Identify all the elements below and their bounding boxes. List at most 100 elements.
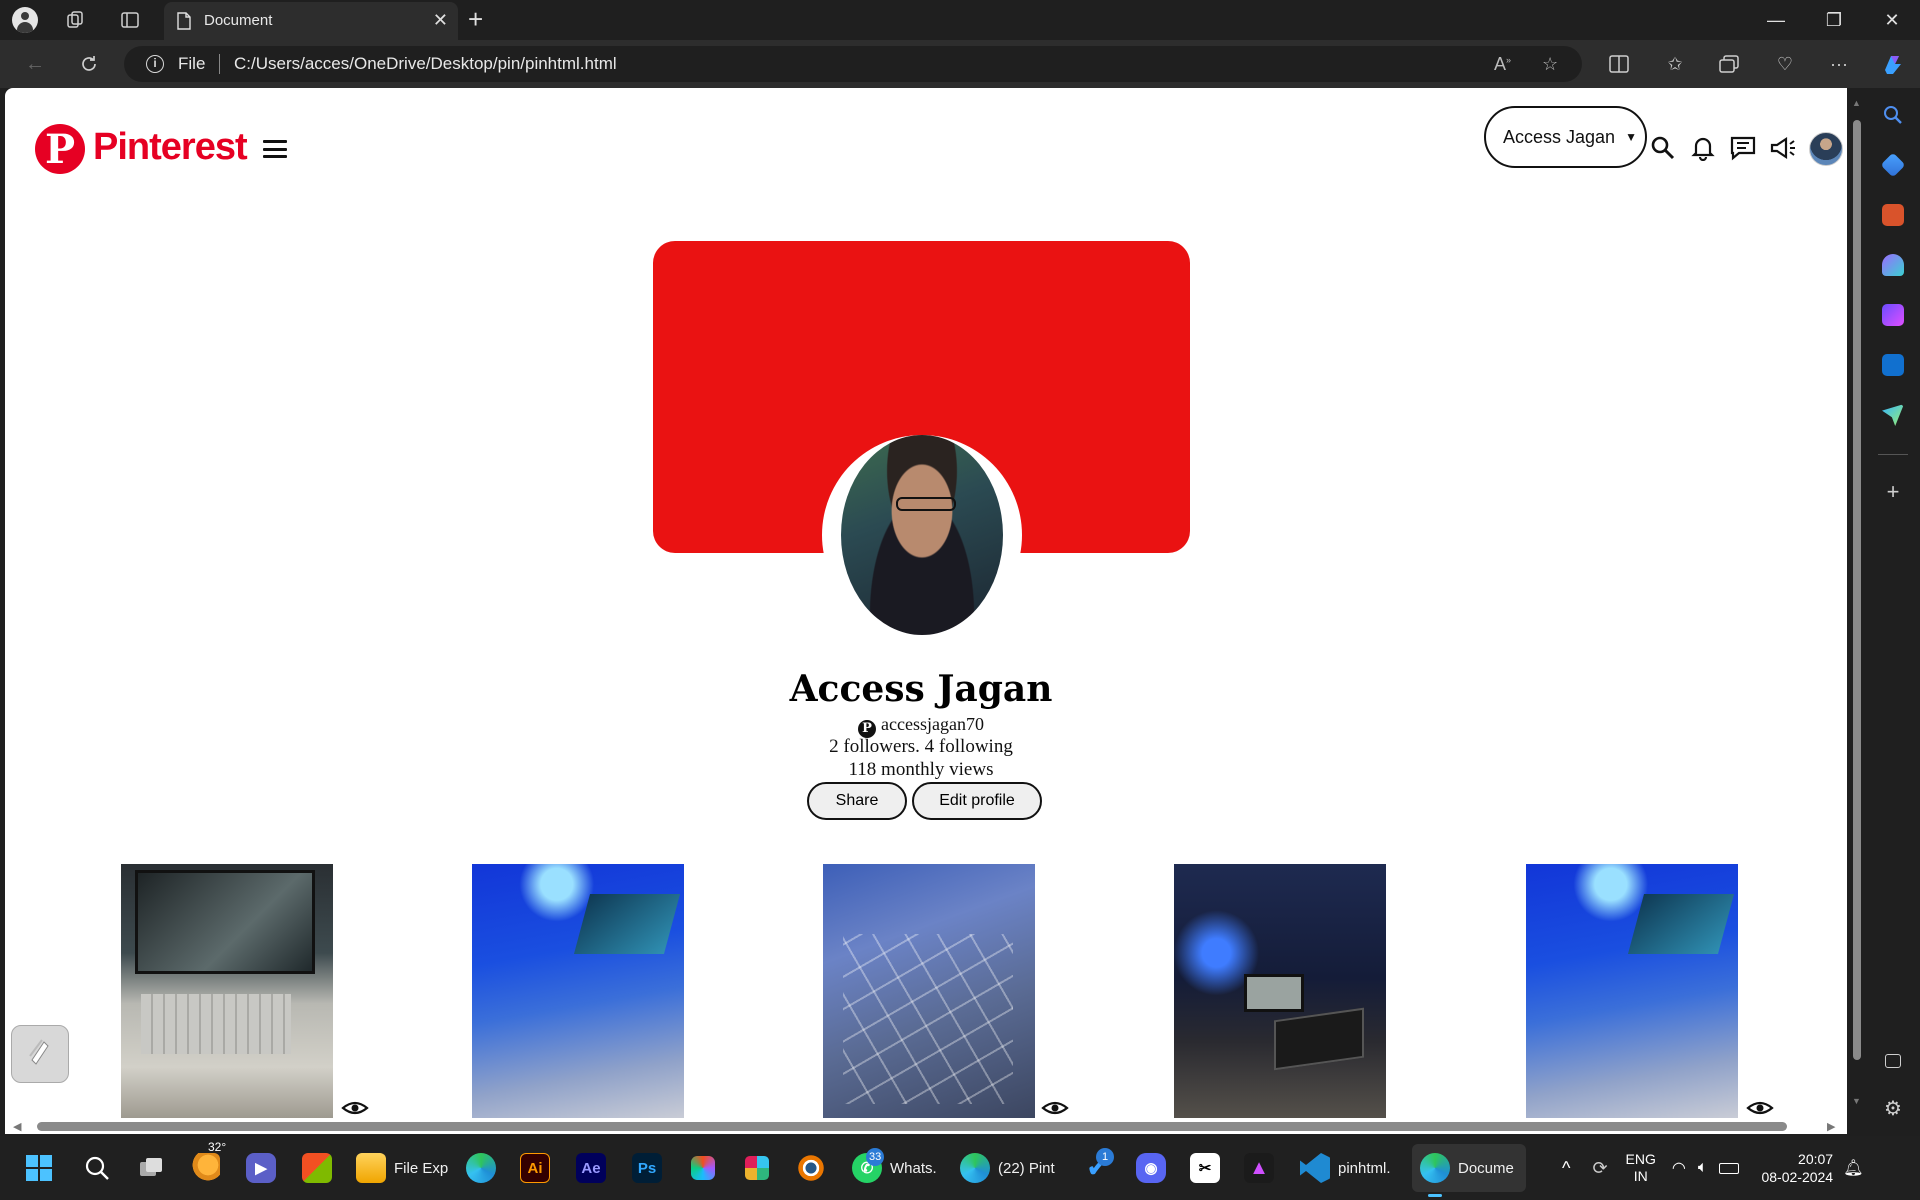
photoshop-button[interactable]: Ps bbox=[632, 1150, 662, 1186]
notification-bell-icon[interactable] bbox=[1689, 134, 1717, 162]
browser-essentials-icon[interactable]: ♡ bbox=[1772, 52, 1798, 76]
vertical-scrollbar[interactable]: ▲ ▼ bbox=[1852, 90, 1862, 1110]
capcut-button[interactable]: ✂ bbox=[1190, 1150, 1220, 1186]
pin-numpad-closeup[interactable] bbox=[823, 864, 1035, 1118]
copilot-icon[interactable] bbox=[1880, 52, 1906, 76]
illustrator-button[interactable]: Ai bbox=[520, 1150, 550, 1186]
eye-icon[interactable] bbox=[1746, 1098, 1774, 1118]
edge-document-icon bbox=[1420, 1153, 1450, 1183]
task-view-button[interactable] bbox=[136, 1150, 166, 1186]
after-effects-button[interactable]: Ae bbox=[576, 1150, 606, 1186]
favorites-icon[interactable]: ✩ bbox=[1662, 52, 1688, 76]
file-explorer-button[interactable]: File Exp bbox=[356, 1150, 448, 1186]
vertical-scroll-thumb[interactable] bbox=[1853, 120, 1861, 1060]
header-avatar[interactable] bbox=[1809, 132, 1843, 166]
slack-button[interactable] bbox=[742, 1150, 772, 1186]
edge-icon bbox=[466, 1153, 496, 1183]
sidebar-drop-icon[interactable] bbox=[1882, 404, 1904, 426]
edit-profile-button[interactable]: Edit profile bbox=[912, 782, 1042, 820]
taskbar-search-button[interactable] bbox=[82, 1150, 112, 1186]
tab-document[interactable]: Document ✕ bbox=[164, 2, 458, 40]
sidebar-tools-icon[interactable] bbox=[1882, 204, 1904, 226]
horizontal-scrollbar[interactable]: ◀ ▶ bbox=[5, 1118, 1847, 1134]
battery-icon[interactable] bbox=[1719, 1162, 1740, 1174]
edge-pinterest-button[interactable]: (22) Pint bbox=[960, 1150, 1055, 1186]
favorite-star-icon[interactable]: ☆ bbox=[1542, 54, 1558, 75]
monthly-views-line: 118 monthly views bbox=[848, 759, 994, 780]
discord-button[interactable]: ◉ bbox=[1136, 1150, 1166, 1186]
store-button[interactable] bbox=[302, 1150, 332, 1186]
tab-actions-icon[interactable] bbox=[118, 8, 142, 32]
figma-button[interactable] bbox=[688, 1150, 718, 1186]
sidebar-microsoft365-icon[interactable] bbox=[1882, 304, 1904, 326]
profile-picture bbox=[822, 435, 1022, 635]
workspaces-icon[interactable] bbox=[64, 8, 88, 32]
document-icon bbox=[176, 12, 192, 35]
pin-laptop-blue-light-2[interactable] bbox=[1526, 864, 1738, 1118]
scroll-down-arrow-icon[interactable]: ▼ bbox=[1852, 1096, 1861, 1106]
edge-document-button[interactable]: Docume bbox=[1420, 1150, 1514, 1186]
wifi-icon[interactable]: ◠ bbox=[1672, 1158, 1686, 1178]
hamburger-menu-icon[interactable] bbox=[263, 140, 287, 158]
affinity-button[interactable]: ▲ bbox=[1244, 1150, 1274, 1186]
back-button[interactable]: ← bbox=[20, 50, 50, 78]
eye-icon[interactable] bbox=[1041, 1098, 1069, 1118]
blender-button[interactable] bbox=[796, 1150, 826, 1186]
sidebar-shopping-icon[interactable] bbox=[1880, 152, 1906, 178]
language-indicator[interactable]: ENG IN bbox=[1626, 1151, 1656, 1185]
collections-icon[interactable] bbox=[1716, 52, 1742, 76]
refresh-button[interactable] bbox=[74, 50, 104, 78]
pin-laptop-blue-light[interactable] bbox=[472, 864, 684, 1118]
scroll-up-arrow-icon[interactable]: ▲ bbox=[1852, 98, 1861, 108]
profile-name: Access Jagan bbox=[789, 668, 1053, 710]
whatsapp-button[interactable]: ✆ Whats. bbox=[852, 1150, 937, 1186]
close-window-button[interactable]: ✕ bbox=[1872, 6, 1912, 34]
messages-icon[interactable] bbox=[1729, 134, 1757, 162]
sidebar-outlook-icon[interactable] bbox=[1882, 354, 1904, 376]
pin-desk-setup[interactable] bbox=[1174, 864, 1386, 1118]
share-button[interactable]: Share bbox=[807, 782, 907, 820]
sidebar-toggle-icon[interactable] bbox=[1885, 1054, 1901, 1068]
account-select[interactable]: Access Jagan ▼ bbox=[1484, 106, 1647, 168]
address-bar[interactable]: i File C:/Users/acces/OneDrive/Desktop/p… bbox=[124, 46, 1582, 82]
tab-close-icon[interactable]: ✕ bbox=[433, 10, 448, 31]
scroll-left-arrow-icon[interactable]: ◀ bbox=[13, 1120, 21, 1133]
weather-temp: 32° bbox=[208, 1140, 227, 1154]
read-aloud-icon[interactable]: A» bbox=[1494, 54, 1511, 75]
address-separator bbox=[219, 54, 220, 74]
vscode-button[interactable]: pinhtml. bbox=[1300, 1150, 1391, 1186]
clock[interactable]: 20:07 08-02-2024 bbox=[1761, 1150, 1833, 1186]
tray-overflow-chevron-icon[interactable]: ^ bbox=[1562, 1158, 1570, 1179]
horizontal-scroll-thumb[interactable] bbox=[37, 1122, 1787, 1131]
address-url[interactable]: C:/Users/acces/OneDrive/Desktop/pin/pinh… bbox=[234, 54, 617, 74]
sidebar-games-icon[interactable] bbox=[1882, 254, 1904, 276]
browser-title-bar: Document ✕ + — ❐ ✕ bbox=[0, 0, 1920, 40]
pinterest-logo-icon[interactable]: P bbox=[35, 124, 85, 174]
browser-profile-button[interactable] bbox=[10, 6, 40, 34]
more-menu-icon[interactable]: ··· bbox=[1826, 52, 1852, 76]
eye-icon[interactable] bbox=[341, 1098, 369, 1118]
account-select-value: Access Jagan bbox=[1503, 126, 1616, 147]
site-info-icon[interactable]: i bbox=[146, 55, 164, 73]
pinterest-wordmark[interactable]: Pinterest bbox=[93, 126, 248, 169]
minimize-button[interactable]: — bbox=[1756, 6, 1796, 34]
search-icon[interactable] bbox=[1649, 134, 1677, 162]
scroll-right-arrow-icon[interactable]: ▶ bbox=[1827, 1120, 1835, 1133]
start-button[interactable] bbox=[24, 1150, 54, 1186]
megaphone-icon[interactable] bbox=[1769, 134, 1797, 162]
floating-app-widget[interactable] bbox=[11, 1025, 69, 1083]
teams-button[interactable]: ▶ bbox=[246, 1150, 276, 1186]
laptop-screen-image bbox=[1627, 894, 1735, 954]
pin-laptop-keyboard-wallpaper[interactable] bbox=[121, 864, 333, 1118]
sidebar-add-icon[interactable]: + bbox=[1882, 481, 1904, 504]
sync-icon[interactable]: ⟳ bbox=[1592, 1158, 1607, 1179]
restore-button[interactable]: ❐ bbox=[1814, 6, 1854, 34]
edge-button[interactable] bbox=[466, 1150, 496, 1186]
sidebar-search-icon[interactable] bbox=[1882, 104, 1904, 126]
volume-icon[interactable]: 🔈︎ bbox=[1698, 1159, 1708, 1177]
notification-bell-icon[interactable]: 🔔︎ bbox=[1843, 1158, 1863, 1178]
split-screen-icon[interactable] bbox=[1606, 52, 1632, 76]
settings-gear-icon[interactable]: ⚙ bbox=[1882, 1098, 1904, 1120]
new-tab-button[interactable]: + bbox=[468, 6, 483, 32]
weather-widget[interactable]: 32° bbox=[190, 1140, 226, 1186]
